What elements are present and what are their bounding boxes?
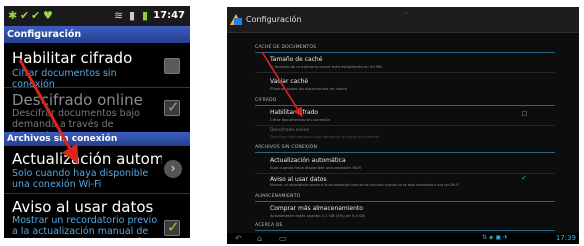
check-icon: ✓: [167, 98, 180, 116]
data-warning-checkbox[interactable]: ✓: [521, 174, 527, 184]
decrypt-online-subtitle: Descifrar documentos bajo demanda a trav…: [270, 134, 380, 139]
section-header-encryption: CIFRADO: [255, 98, 277, 103]
setting-enable-encryption[interactable]: Habilitar cifrado Cifrar documentos sin …: [4, 43, 190, 90]
drag-handle-icon: ··: [403, 9, 409, 18]
battery-icon: ▮: [142, 9, 149, 22]
section-header-cache: CACHÉ DE DOCUMENTOS: [255, 45, 317, 50]
divider: [255, 152, 555, 153]
setting-subtitle: Solo cuando haya disponible una conexión…: [12, 168, 149, 190]
page-title: Configuración: [246, 15, 302, 24]
section-header-offline: ARCHIVOS SIN CONEXIÓN: [255, 145, 318, 150]
setting-title: Aviso al usar datos: [12, 198, 154, 216]
settings-list: CACHÉ DE DOCUMENTOS Tamaño de caché El t…: [255, 41, 555, 231]
encryption-checkbox[interactable]: [522, 111, 527, 116]
divider: [255, 230, 555, 231]
check-icon: ✓: [167, 218, 180, 236]
home-icon[interactable]: ⌂: [257, 233, 262, 244]
divider: [255, 201, 555, 202]
divider: [255, 52, 555, 53]
decrypt-online-title[interactable]: Descifrado online: [270, 128, 309, 133]
action-bar: Configuración ··: [227, 7, 579, 33]
clear-cache-title[interactable]: Vaciar caché: [270, 78, 308, 85]
check-icon: ✓: [521, 174, 527, 182]
divider: [255, 72, 555, 73]
status-bar: ✱ ✔ ✔ ♥ ≋ ▮ ▮ 17:47: [4, 6, 190, 26]
data-warning-title[interactable]: Aviso al usar datos: [270, 176, 327, 183]
setting-title: Descifrado online: [12, 91, 143, 109]
chevron-right-icon[interactable]: ›: [164, 160, 182, 178]
cache-size-title[interactable]: Tamaño de caché: [270, 56, 322, 63]
setting-decrypt-online[interactable]: Descifrado online Descifrar documentos b…: [4, 88, 190, 141]
notification-icon: ✔: [31, 9, 41, 22]
drive-logo-icon: [230, 14, 242, 25]
clear-cache-subtitle: Eliminar todos los documentos en caché: [270, 86, 347, 91]
data-warning-checkbox[interactable]: ✓: [164, 218, 180, 236]
settings-header: Configuración: [4, 26, 190, 43]
encryption-checkbox[interactable]: [164, 58, 180, 74]
setting-data-warning[interactable]: Aviso al usar datos Mostrar un recordato…: [4, 194, 190, 238]
wifi-icon: ≋: [114, 9, 124, 22]
buy-storage-subtitle: Actualmente estás usando 1,1 GB (4%) de …: [270, 213, 365, 218]
notification-icon: ⇅ ◈ ▣ ✈: [482, 234, 509, 241]
divider: [255, 125, 555, 126]
section-header-offline: Archivos sin conexión: [4, 132, 190, 146]
divider: [255, 105, 555, 106]
section-header-storage: ALMACENAMIENTO: [255, 194, 301, 199]
recent-apps-icon[interactable]: ▭: [279, 233, 287, 244]
auto-update-title[interactable]: Actualización automática: [270, 157, 346, 164]
setting-auto-update[interactable]: Actualización automática Solo cuando hay…: [4, 146, 190, 192]
decrypt-online-checkbox[interactable]: ✓: [164, 98, 180, 116]
status-clock: 17:39: [555, 234, 576, 242]
back-icon[interactable]: ↶: [235, 233, 242, 244]
section-header-about: ACERCA DE: [255, 223, 283, 228]
cache-size-subtitle: El tamaño de la memoria caché está estab…: [270, 64, 382, 69]
status-clock: 17:47: [153, 10, 185, 21]
setting-title: Habilitar cifrado: [12, 49, 133, 67]
notification-icon: ♥: [43, 9, 53, 22]
notification-icon: ✔: [20, 9, 30, 22]
enable-encryption-subtitle: Cifrar documentos sin conexión: [270, 117, 331, 122]
notification-icon: ✱: [8, 9, 18, 22]
setting-title: Actualización automática: [12, 150, 162, 168]
enable-encryption-title[interactable]: Habilitar cifrado: [270, 109, 318, 116]
tablet-screenshot: Configuración ·· CACHÉ DE DOCUMENTOS Tam…: [227, 7, 579, 244]
buy-storage-title[interactable]: Comprar más almacenamiento: [270, 205, 363, 212]
data-warning-subtitle: Mostrar un recordatorio previo a la actu…: [270, 183, 459, 187]
signal-icon: ▮: [129, 9, 136, 22]
divider: [255, 173, 555, 174]
auto-update-subtitle: Solo cuando haya disponible una conexión…: [270, 165, 362, 170]
navigation-bar: ↶ ⌂ ▭ ⇅ ◈ ▣ ✈ 17:39: [227, 233, 579, 244]
phone-screenshot: ✱ ✔ ✔ ♥ ≋ ▮ ▮ 17:47 Configuración Habili…: [4, 6, 190, 238]
setting-subtitle: Mostrar un recordatorio previo a la actu…: [12, 215, 158, 238]
